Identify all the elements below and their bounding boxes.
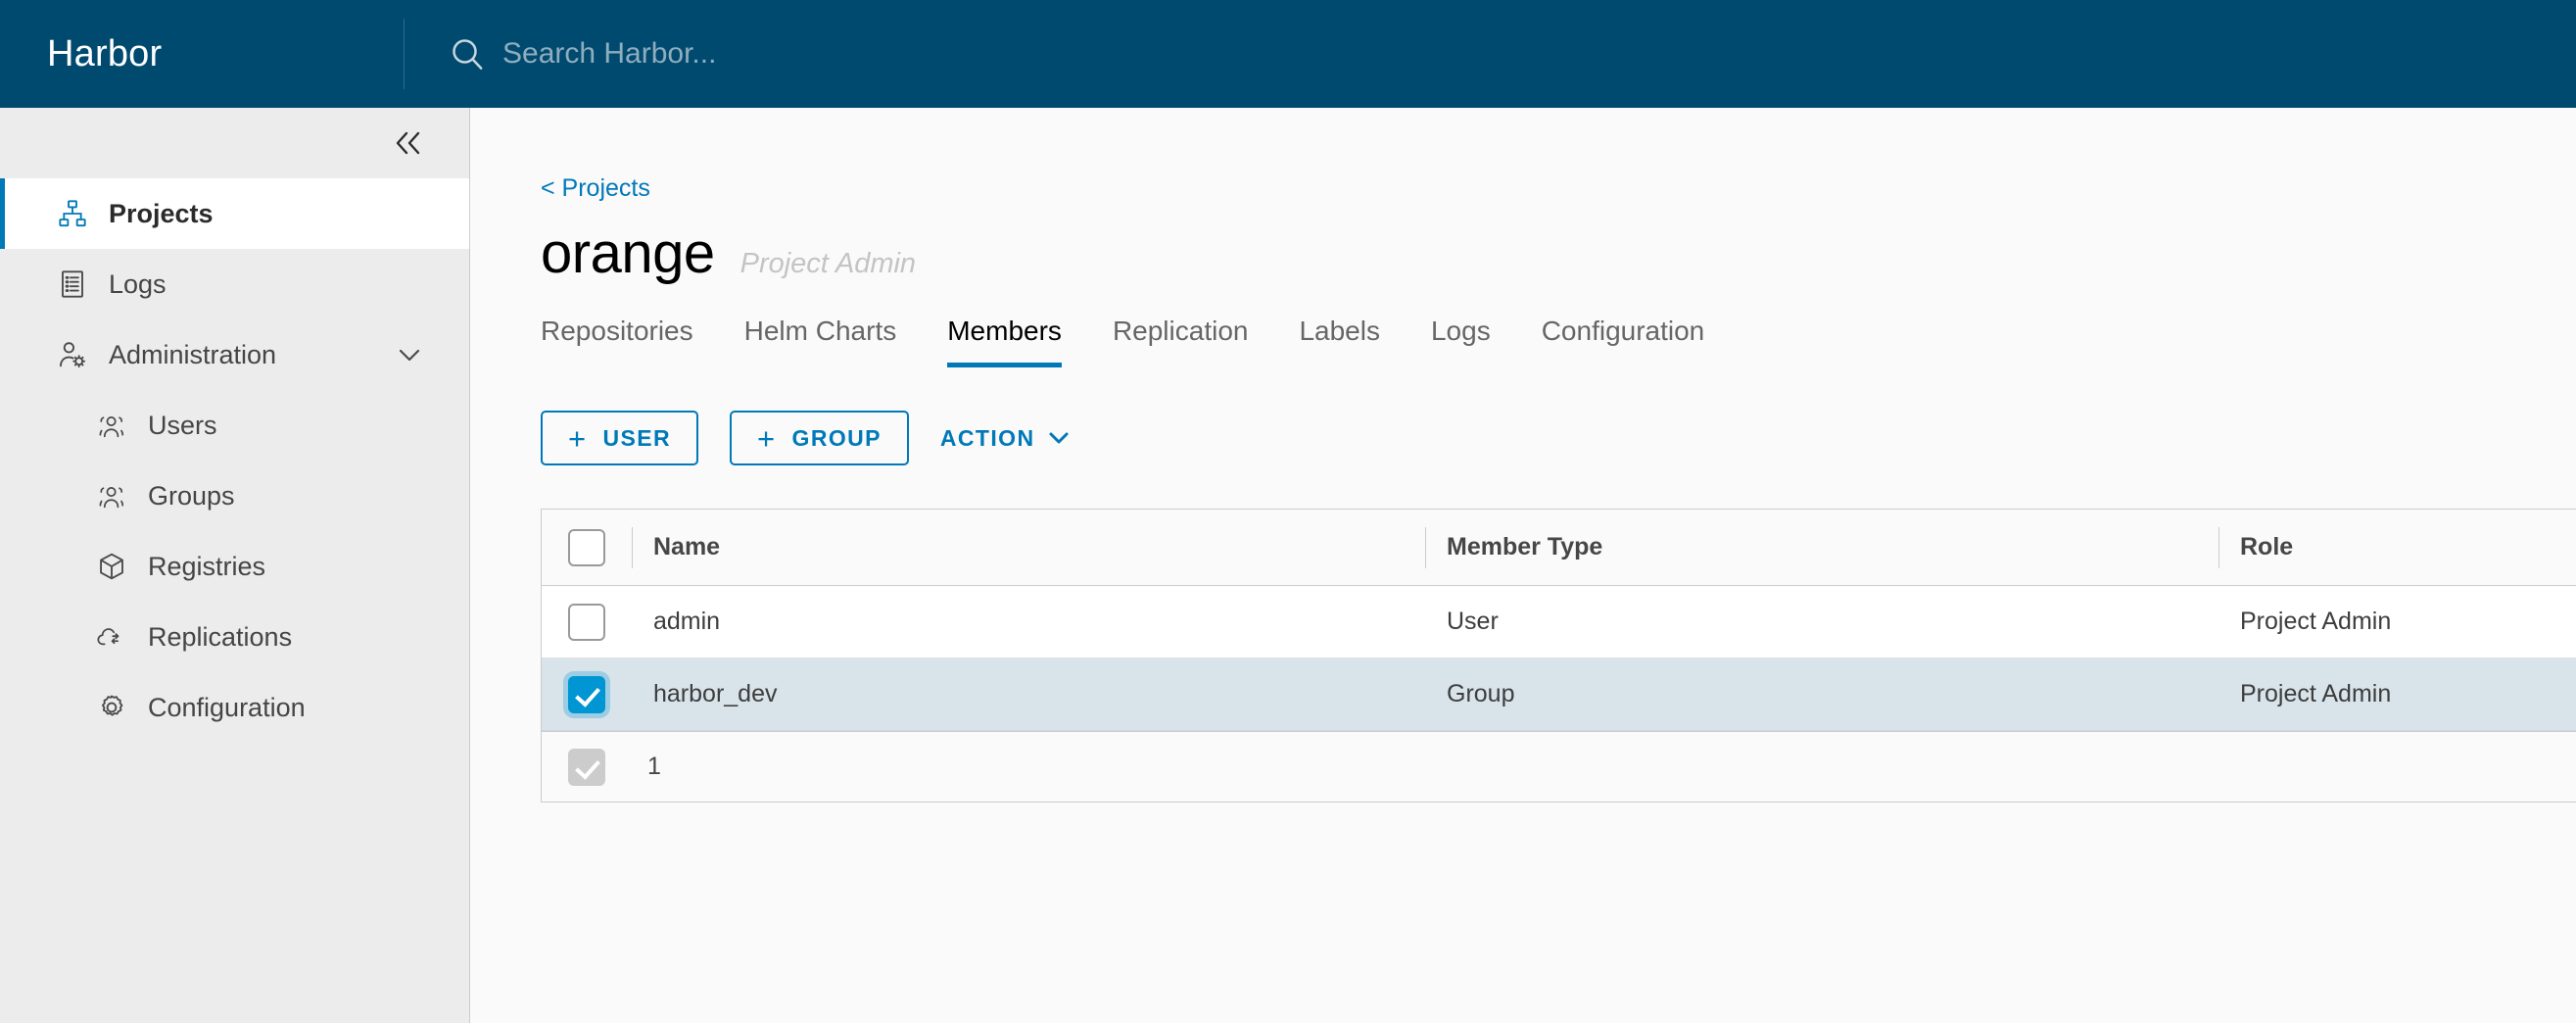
selected-count: 1 (647, 753, 661, 780)
add-user-button[interactable]: + USER (541, 411, 699, 465)
plus-icon: + (568, 420, 588, 456)
replications-icon (95, 620, 128, 654)
sidebar-item-label: Users (148, 410, 217, 440)
cell-member-type: User (1447, 608, 1499, 635)
search-input[interactable] (487, 37, 1074, 71)
add-group-label: GROUP (791, 424, 882, 451)
row-checkbox[interactable] (568, 675, 605, 713)
sidebar-item-label: Administration (109, 339, 277, 369)
sidebar-item-label: Configuration (148, 692, 306, 722)
sidebar-item-groups[interactable]: Groups (0, 461, 469, 531)
column-header-role[interactable]: Role (2218, 533, 2576, 561)
tab-labels[interactable]: Labels (1299, 310, 1380, 367)
search-icon (448, 34, 487, 73)
chevron-double-left-icon (396, 131, 420, 155)
cell-name: admin (653, 608, 721, 635)
body-wrapper: Projects Logs Administration Users Group… (0, 108, 2576, 1023)
global-search[interactable] (405, 0, 2576, 108)
registries-icon (95, 550, 128, 583)
breadcrumb[interactable]: < Projects (541, 174, 650, 203)
sidebar-item-logs[interactable]: Logs (0, 249, 469, 319)
sidebar-item-label: Replications (148, 621, 293, 652)
members-table: Name Member Type Role admin User Project… (541, 509, 2576, 803)
sidebar-item-label: Groups (148, 480, 235, 511)
footer-select-cell (542, 748, 632, 786)
tab-repositories[interactable]: Repositories (541, 310, 693, 367)
sidebar-item-registries[interactable]: Registries (0, 531, 469, 602)
cell-role: Project Admin (2240, 680, 2392, 707)
configuration-icon (95, 691, 128, 724)
sidebar-collapse-bar (0, 108, 469, 178)
row-select-cell (542, 675, 632, 713)
project-tabs: Repositories Helm Charts Members Replica… (541, 310, 2576, 367)
groups-icon (95, 479, 128, 512)
action-dropdown-button[interactable]: ACTION (940, 411, 1073, 465)
administration-icon (56, 338, 89, 371)
tab-helm-charts[interactable]: Helm Charts (744, 310, 897, 367)
sidebar-item-configuration[interactable]: Configuration (0, 672, 469, 743)
column-header-name[interactable]: Name (632, 533, 1425, 561)
cell-member-type: Group (1447, 680, 1515, 707)
users-icon (95, 409, 128, 442)
harbor-app: Harbor Search Harbor... Projects Logs Ad… (0, 0, 2576, 1023)
project-role-label: Project Admin (739, 248, 917, 279)
plus-icon: + (757, 420, 777, 456)
tab-members[interactable]: Members (947, 310, 1062, 367)
members-toolbar: + USER + GROUP ACTION (541, 411, 2576, 465)
cell-name: harbor_dev (653, 680, 778, 707)
collapse-sidebar-button[interactable] (387, 122, 432, 164)
sidebar-item-administration[interactable]: Administration (0, 319, 469, 390)
chevron-down-icon[interactable] (395, 345, 424, 365)
chevron-down-icon (1046, 429, 1072, 447)
sidebar: Projects Logs Administration Users Group… (0, 108, 470, 1023)
row-checkbox[interactable] (568, 603, 605, 641)
main-content: < Projects orange Project Admin Reposito… (470, 108, 2576, 1023)
page-title: orange (541, 221, 715, 285)
select-all-checkbox[interactable] (568, 528, 605, 566)
sidebar-item-projects[interactable]: Projects (0, 178, 469, 249)
add-group-button[interactable]: + GROUP (730, 411, 909, 465)
tab-replication[interactable]: Replication (1113, 310, 1249, 367)
sidebar-item-label: Projects (109, 198, 214, 228)
footer-checkbox (568, 748, 605, 786)
tab-logs[interactable]: Logs (1431, 310, 1491, 367)
cell-role: Project Admin (2240, 608, 2392, 635)
table-header-row: Name Member Type Role (542, 510, 2576, 586)
action-label: ACTION (939, 424, 1035, 451)
brand-title[interactable]: Harbor (0, 33, 404, 75)
sidebar-item-replications[interactable]: Replications (0, 602, 469, 672)
logs-icon (56, 268, 89, 301)
project-title-row: orange Project Admin (541, 220, 2576, 286)
table-row[interactable]: admin User Project Admin (542, 586, 2576, 658)
table-footer-row: 1 (542, 731, 2576, 802)
select-all-cell (542, 528, 632, 566)
column-header-member-type[interactable]: Member Type (1425, 533, 2218, 561)
sidebar-item-users[interactable]: Users (0, 390, 469, 461)
sidebar-item-label: Logs (109, 268, 167, 299)
add-user-label: USER (602, 424, 672, 451)
top-header: Harbor (0, 0, 2576, 108)
tab-configuration[interactable]: Configuration (1542, 310, 1705, 367)
projects-icon (56, 197, 89, 230)
row-select-cell (542, 603, 632, 641)
table-row[interactable]: harbor_dev Group Project Admin (542, 658, 2576, 731)
sidebar-item-label: Registries (148, 551, 266, 581)
sidebar-nav-list: Projects Logs Administration Users Group… (0, 178, 469, 743)
